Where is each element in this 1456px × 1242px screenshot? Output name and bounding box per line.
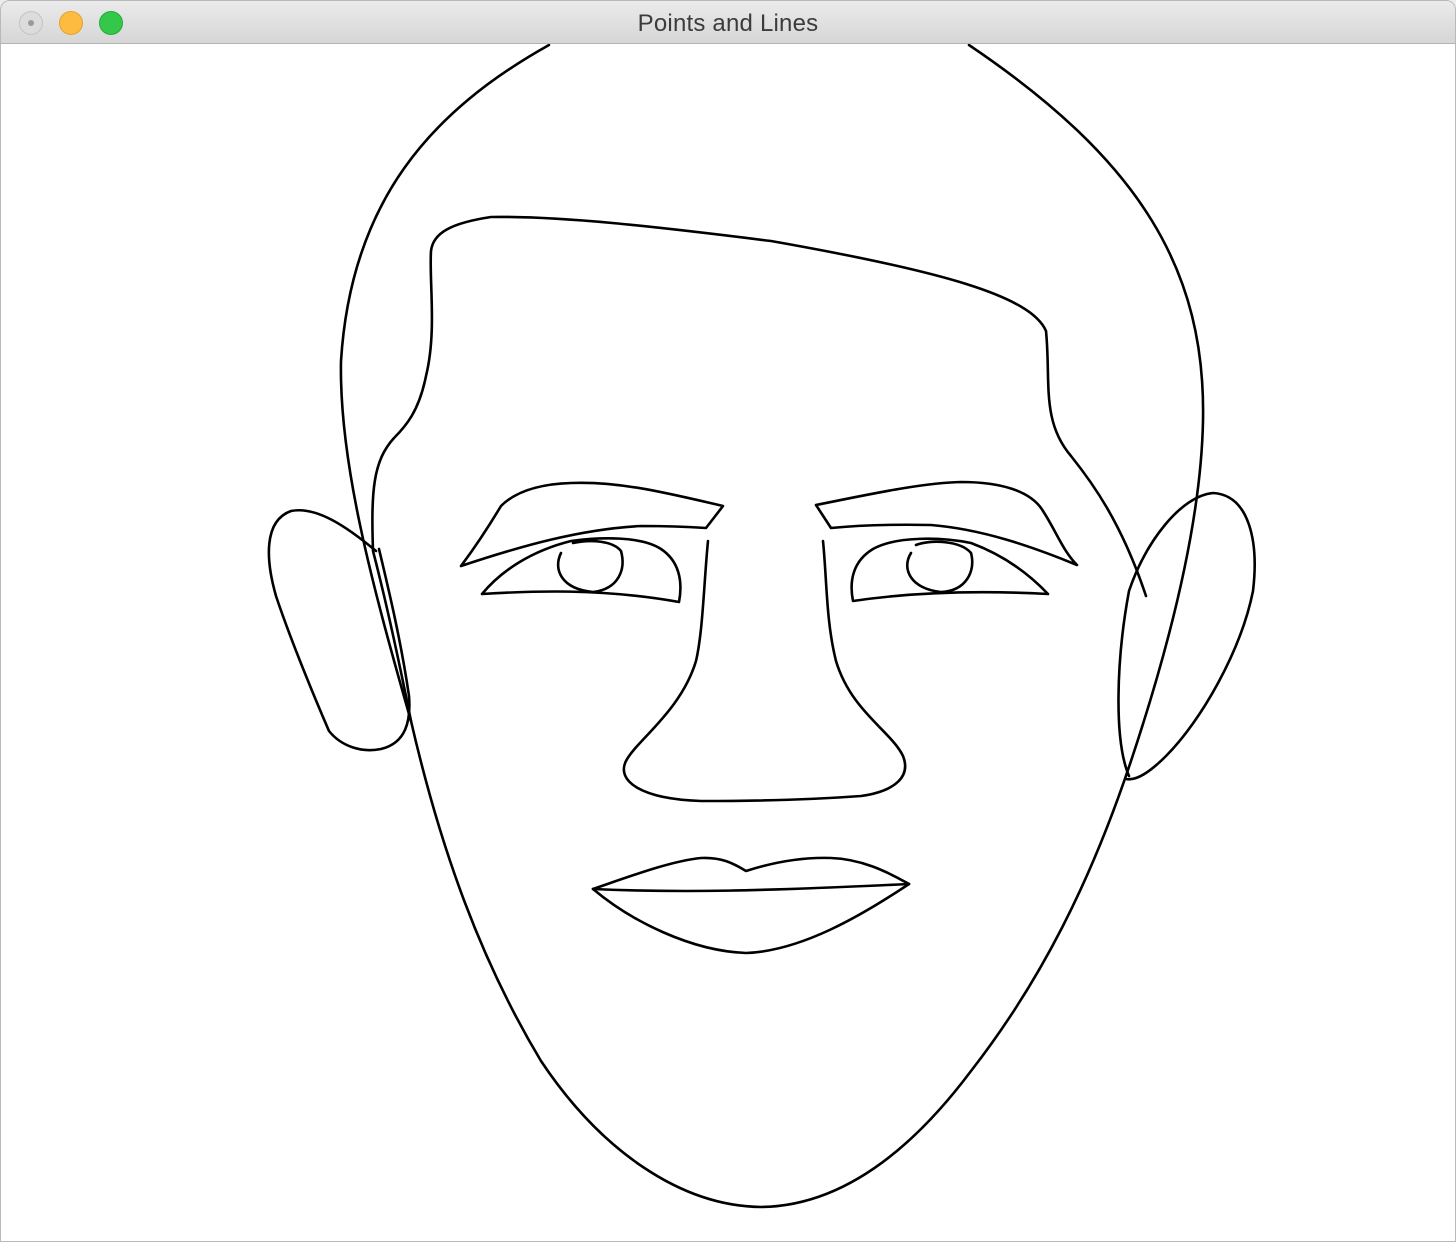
window-title: Points and Lines [637,10,819,37]
left-eyebrow [459,481,725,568]
right-eyebrow [814,480,1079,567]
hairline [371,215,1148,723]
left-ear [267,508,411,752]
app-window: Points and Lines [0,0,1456,1242]
title-bar[interactable]: Points and Lines [1,1,1455,44]
lower-lip [591,882,911,955]
right-iris [905,540,974,594]
drawing-canvas[interactable] [1,44,1455,1241]
face-line-drawing [267,44,1256,1209]
nose [622,539,907,803]
left-iris [556,539,624,594]
lip-line [591,882,911,893]
left-eye [480,537,682,604]
upper-lip [591,856,911,891]
head-outline [339,44,1205,1209]
